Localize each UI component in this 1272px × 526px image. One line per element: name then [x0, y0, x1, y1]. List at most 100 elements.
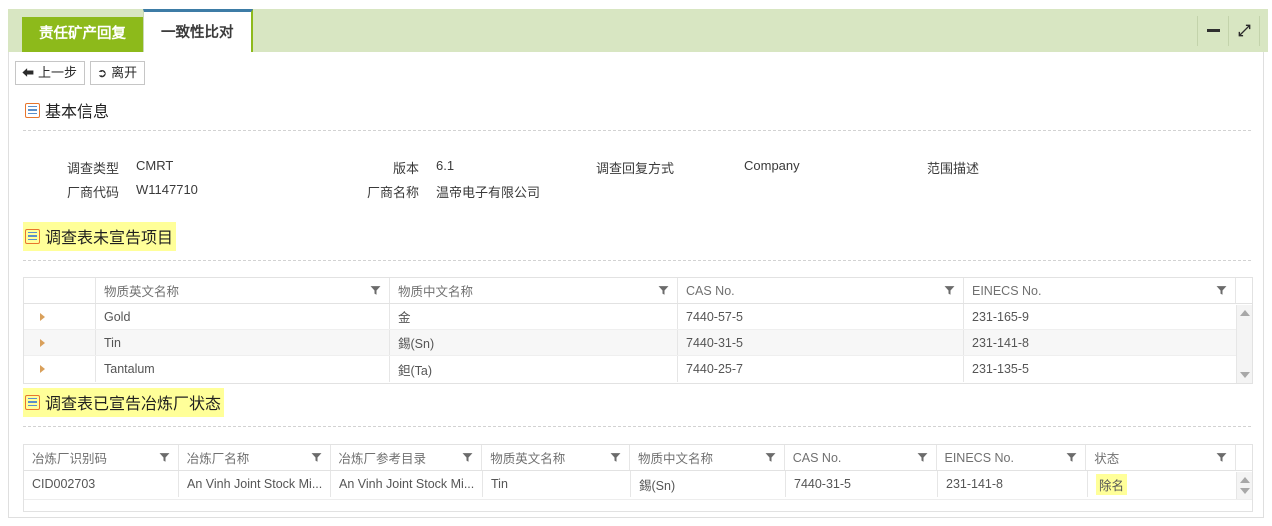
- filter-icon[interactable]: [1216, 285, 1227, 296]
- chevron-right-icon[interactable]: [40, 365, 45, 373]
- divider-undeclared-items: [23, 260, 1251, 261]
- row-expand-cell[interactable]: [24, 304, 96, 329]
- grid-header-cell-einecs[interactable]: EINECS No.: [964, 278, 1236, 303]
- filter-icon[interactable]: [159, 452, 170, 463]
- filter-icon[interactable]: [311, 452, 322, 463]
- declared-smelter-grid[interactable]: 冶炼厂识别码 冶炼厂名称 冶炼厂参考目录 物质英文名称 物质中文名称 CAS N…: [23, 444, 1253, 512]
- cell-einecs: 231-141-8: [938, 471, 1088, 497]
- field-value-version: 6.1: [436, 158, 455, 173]
- scroll-up-icon[interactable]: [1240, 477, 1250, 483]
- grid-header-cell-substance-en[interactable]: 物质英文名称: [96, 278, 390, 303]
- grid-vertical-scrollbar[interactable]: [1236, 305, 1252, 383]
- action-toolbar: ⬅ 上一步 ➲ 离开: [15, 61, 146, 85]
- chevron-right-icon[interactable]: [40, 312, 45, 321]
- grid-header-cell-smelter-id[interactable]: 冶炼厂识别码: [24, 445, 179, 470]
- table-row[interactable]: CID002703 An Vinh Joint Stock Mi... An V…: [24, 471, 1252, 497]
- grid-header-label: 物质中文名称: [398, 285, 474, 299]
- field-row: 厂商代码 W1147710 厂商名称 温帝电子有限公司: [9, 182, 1263, 202]
- exit-button[interactable]: ➲ 离开: [90, 61, 146, 85]
- section-header-declared-smelter-status: 调查表已宣告冶炼厂状态: [23, 388, 225, 417]
- section-header-undeclared-items: 调查表未宣告项目: [23, 222, 177, 251]
- section-title: 调查表已宣告冶炼厂状态: [45, 396, 222, 413]
- minimize-icon: [1206, 29, 1220, 32]
- field-label-survey-type: 调查类型: [66, 161, 119, 176]
- grid-header-cell-substance-cn[interactable]: 物质中文名称: [630, 445, 785, 470]
- field-label-supplier-code: 厂商代码: [66, 185, 119, 200]
- scroll-down-icon[interactable]: [1240, 488, 1250, 494]
- field-value-reply-method: Company: [744, 158, 800, 173]
- cell-substance-cn: 錫(Sn): [631, 471, 786, 497]
- scroll-down-icon[interactable]: [1240, 372, 1250, 378]
- tab-label: 一致性比对: [161, 25, 234, 41]
- filter-icon[interactable]: [917, 452, 928, 463]
- window-controls: [1197, 9, 1260, 52]
- cell-smelter-id: CID002703: [24, 471, 179, 497]
- list-icon: [25, 228, 40, 244]
- tab-strip: 责任矿产回复 一致性比对: [8, 9, 253, 52]
- main-panel: ⬅ 上一步 ➲ 离开 基本信息 调查类型 CMRT 版本 6.1 调查回复方式 …: [8, 52, 1264, 518]
- divider-declared-smelter-status: [23, 426, 1251, 427]
- cell-status: 除名: [1088, 471, 1238, 497]
- grid-header-cell-spacer: [1236, 445, 1252, 470]
- grid-header-cell-smelter-name[interactable]: 冶炼厂名称: [179, 445, 331, 470]
- grid-header-cell-einecs[interactable]: EINECS No.: [937, 445, 1087, 470]
- exit-icon: ➲: [97, 65, 108, 80]
- table-row[interactable]: Tantalum 鉭(Ta) 7440-25-7 231-135-5: [24, 356, 1252, 382]
- grid-header-cell-spacer: [1236, 278, 1252, 303]
- grid-header-cell-substance-cn[interactable]: 物质中文名称: [390, 278, 678, 303]
- tab-consistency-comparison[interactable]: 一致性比对: [143, 9, 253, 52]
- maximize-icon: [1238, 24, 1250, 37]
- cell-substance-en: Tantalum: [96, 356, 390, 382]
- field-value-survey-type: CMRT: [136, 158, 174, 173]
- filter-icon[interactable]: [1216, 452, 1227, 463]
- grid-header-label: EINECS No.: [944, 450, 1014, 465]
- table-row[interactable]: Tin 錫(Sn) 7440-31-5 231-141-8: [24, 330, 1252, 356]
- back-button-label: 上一步: [38, 65, 78, 80]
- grid-header-cell-cas[interactable]: CAS No.: [785, 445, 937, 470]
- grid-vertical-scrollbar[interactable]: [1236, 472, 1252, 499]
- filter-icon[interactable]: [370, 285, 381, 296]
- grid-header-cell-smelter-ref[interactable]: 冶炼厂参考目录: [331, 445, 483, 470]
- cell-substance-en: Tin: [96, 330, 390, 355]
- title-bar: 责任矿产回复 一致性比对: [8, 9, 1268, 52]
- grid-footer: [24, 499, 1252, 511]
- grid-header-cell-status[interactable]: 状态: [1086, 445, 1236, 470]
- grid-body: Gold 金 7440-57-5 231-165-9 Tin 錫(Sn) 744…: [24, 304, 1252, 382]
- back-button[interactable]: ⬅ 上一步: [15, 61, 86, 85]
- filter-icon[interactable]: [462, 452, 473, 463]
- field-row: 调查类型 CMRT 版本 6.1 调查回复方式 Company 范围描述: [9, 158, 1263, 178]
- filter-icon[interactable]: [1066, 452, 1077, 463]
- application-window: 责任矿产回复 一致性比对 ⬅ 上一步 ➲ 离开 基本信息 调查类型 CMRT 版…: [0, 0, 1272, 526]
- grid-header-label: 冶炼厂名称: [186, 452, 250, 466]
- maximize-button[interactable]: [1228, 15, 1260, 46]
- list-icon: [25, 102, 40, 118]
- field-label-version: 版本: [392, 161, 419, 176]
- grid-header-label: CAS No.: [792, 450, 842, 465]
- field-label-supplier-name: 厂商名称: [366, 185, 419, 200]
- tab-label: 责任矿产回复: [39, 26, 126, 42]
- row-expand-cell[interactable]: [24, 330, 96, 355]
- exit-button-label: 离开: [111, 65, 138, 80]
- tab-responsible-minerals-reply[interactable]: 责任矿产回复: [22, 17, 143, 52]
- grid-header-row: 物质英文名称 物质中文名称 CAS No. EINECS No.: [24, 278, 1252, 304]
- filter-icon[interactable]: [765, 452, 776, 463]
- table-row[interactable]: Gold 金 7440-57-5 231-165-9: [24, 304, 1252, 330]
- divider-basic-info: [23, 130, 1251, 131]
- scroll-up-icon[interactable]: [1240, 310, 1250, 316]
- filter-icon[interactable]: [944, 285, 955, 296]
- cell-substance-en: Gold: [96, 304, 390, 329]
- filter-icon[interactable]: [610, 452, 621, 463]
- grid-header-row: 冶炼厂识别码 冶炼厂名称 冶炼厂参考目录 物质英文名称 物质中文名称 CAS N…: [24, 445, 1252, 471]
- row-expand-cell[interactable]: [24, 356, 96, 382]
- undeclared-items-grid[interactable]: 物质英文名称 物质中文名称 CAS No. EINECS No. Gold 金 …: [23, 277, 1253, 384]
- filter-icon[interactable]: [658, 285, 669, 296]
- list-icon: [25, 394, 40, 410]
- grid-header-label: 物质中文名称: [638, 452, 714, 466]
- cell-smelter-ref: An Vinh Joint Stock Mi...: [331, 471, 483, 497]
- minimize-button[interactable]: [1197, 15, 1228, 46]
- chevron-right-icon[interactable]: [40, 338, 45, 347]
- grid-header-label: 物质英文名称: [104, 285, 180, 299]
- cell-smelter-name: An Vinh Joint Stock Mi...: [179, 471, 331, 497]
- grid-header-cell-substance-en[interactable]: 物质英文名称: [482, 445, 630, 470]
- grid-header-cell-cas[interactable]: CAS No.: [678, 278, 964, 303]
